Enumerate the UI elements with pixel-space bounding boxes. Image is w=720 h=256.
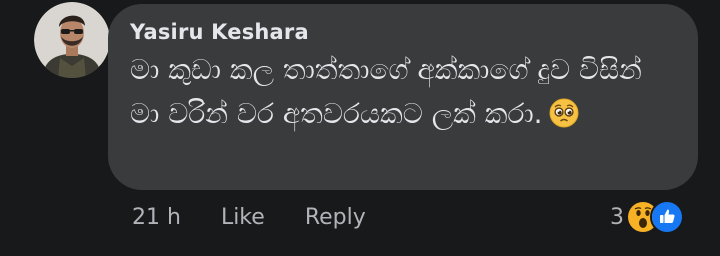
- comment-author[interactable]: Yasiru Keshara: [130, 18, 678, 46]
- avatar[interactable]: [34, 2, 110, 78]
- pleading-face-emoji-icon: [549, 97, 579, 128]
- comment-timestamp[interactable]: 21 h: [132, 205, 181, 230]
- like-reaction-icon: [650, 200, 684, 234]
- comment-container: Yasiru Keshara මා කුඩා කල තාත්තාගේ අක්කා…: [0, 0, 720, 256]
- reaction-count: 3: [610, 204, 624, 230]
- reaction-summary[interactable]: 3: [610, 197, 684, 237]
- comment-text-block: මා කුඩා කල තාත්තාගේ අක්කාගේ දුව විසින් ම…: [130, 48, 670, 136]
- comment-actions: 21 h Like Reply: [132, 200, 406, 234]
- like-button[interactable]: Like: [221, 205, 265, 230]
- comment-bubble: Yasiru Keshara මා කුඩා කල තාත්තාගේ අක්කා…: [108, 4, 698, 190]
- reply-button[interactable]: Reply: [305, 205, 366, 230]
